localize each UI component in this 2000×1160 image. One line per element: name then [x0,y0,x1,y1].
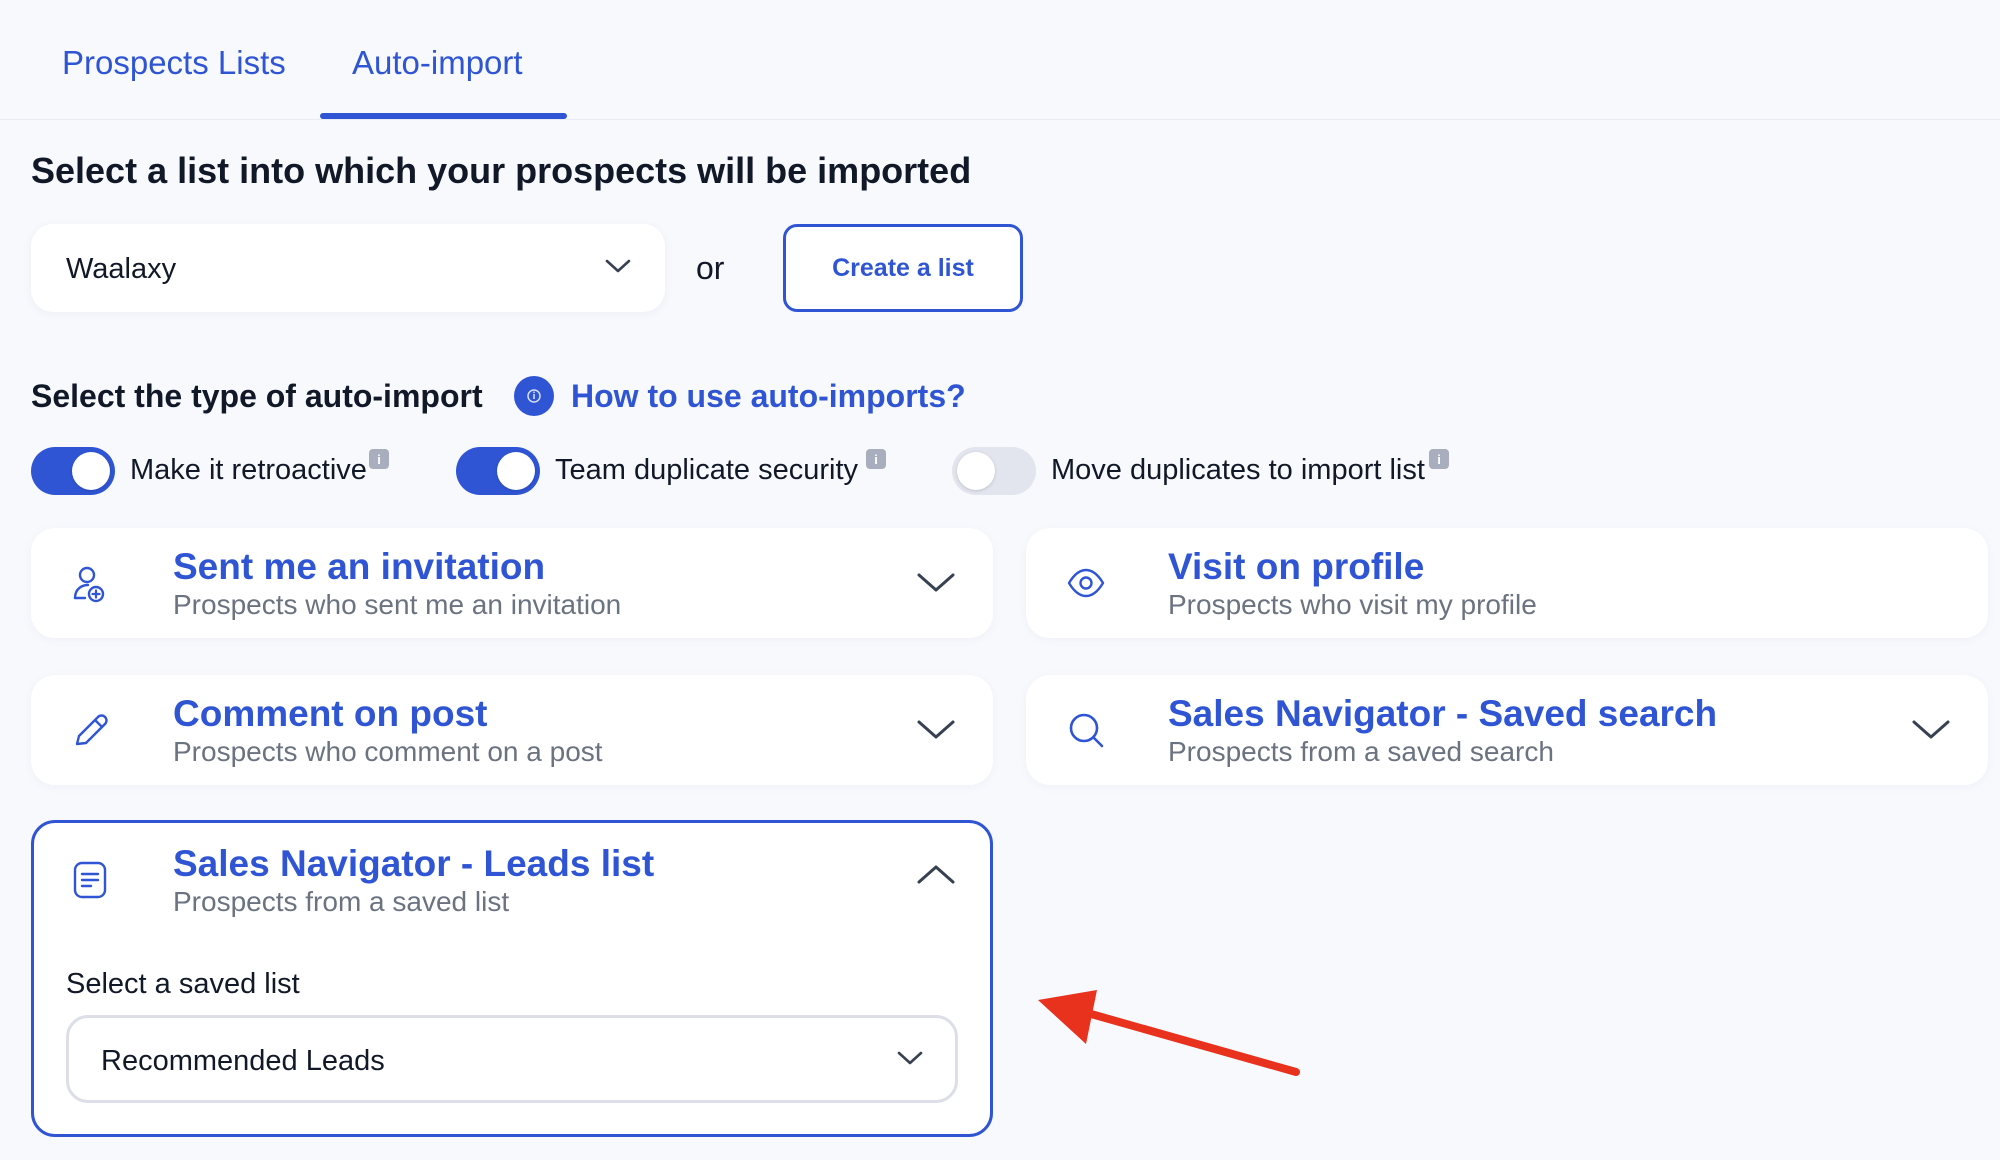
card-title: Sales Navigator - Leads list [173,843,655,884]
chevron-down-icon [1912,720,1950,739]
list-select-dropdown[interactable]: Waalaxy [31,224,665,312]
help-link[interactable]: How to use auto-imports? [571,378,966,415]
toggle-team-duplicate-label: Team duplicate security [555,454,859,486]
toggle-team-duplicate-security[interactable] [456,447,540,495]
toggle-retroactive[interactable] [31,447,115,495]
chevron-down-icon [605,259,631,273]
chevron-down-icon [897,1051,923,1065]
page-heading: Select a list into which your prospects … [31,150,972,191]
document-icon [73,861,107,899]
annotation-arrow [1038,990,1300,1076]
tab-auto-import[interactable]: Auto-import [352,44,523,82]
or-separator: or [696,250,725,286]
card-subtitle: Prospects from a saved list [173,886,510,917]
info-icon[interactable]: i [369,449,389,469]
saved-list-dropdown[interactable]: Recommended Leads [66,1015,958,1103]
toggle-move-duplicates-label: Move duplicates to import list [1051,454,1425,486]
card-saved-search[interactable]: Sales Navigator - Saved search Prospects… [1026,675,1988,785]
tab-prospects-lists[interactable]: Prospects Lists [62,44,286,82]
toggle-retroactive-label: Make it retroactive [130,454,367,486]
card-subtitle: Prospects who comment on a post [173,736,603,767]
chevron-down-icon [917,720,955,739]
info-icon[interactable]: i [866,449,886,469]
card-title: Visit on profile [1168,546,1425,587]
saved-list-label: Select a saved list [66,968,300,1000]
toggle-move-duplicates[interactable] [952,447,1036,495]
chevron-up-icon[interactable] [915,859,957,891]
user-add-icon [73,566,105,603]
card-comment-post[interactable]: Comment on post Prospects who comment on… [31,675,993,785]
card-title: Sent me an invitation [173,546,546,587]
help-icon[interactable] [514,376,554,416]
card-sent-invitation[interactable]: Sent me an invitation Prospects who sent… [31,528,993,638]
create-list-button[interactable]: Create a list [783,224,1023,312]
saved-list-value: Recommended Leads [101,1045,385,1077]
search-icon [1069,713,1104,748]
card-subtitle: Prospects who sent me an invitation [173,589,622,620]
card-title: Comment on post [173,693,488,734]
pencil-icon [75,714,108,746]
card-visit-profile[interactable]: Visit on profile Prospects who visit my … [1026,528,1988,638]
auto-import-type-title: Select the type of auto-import [31,378,483,414]
card-title: Sales Navigator - Saved search [1168,693,1718,734]
info-icon[interactable]: i [1429,449,1449,469]
active-tab-indicator [320,113,567,119]
list-select-value: Waalaxy [66,253,177,285]
chevron-down-icon [917,573,955,592]
card-subtitle: Prospects who visit my profile [1168,589,1537,620]
eye-icon [1067,568,1105,598]
card-subtitle: Prospects from a saved search [1168,736,1554,767]
tab-bar: Prospects Lists Auto-import [0,0,2000,120]
